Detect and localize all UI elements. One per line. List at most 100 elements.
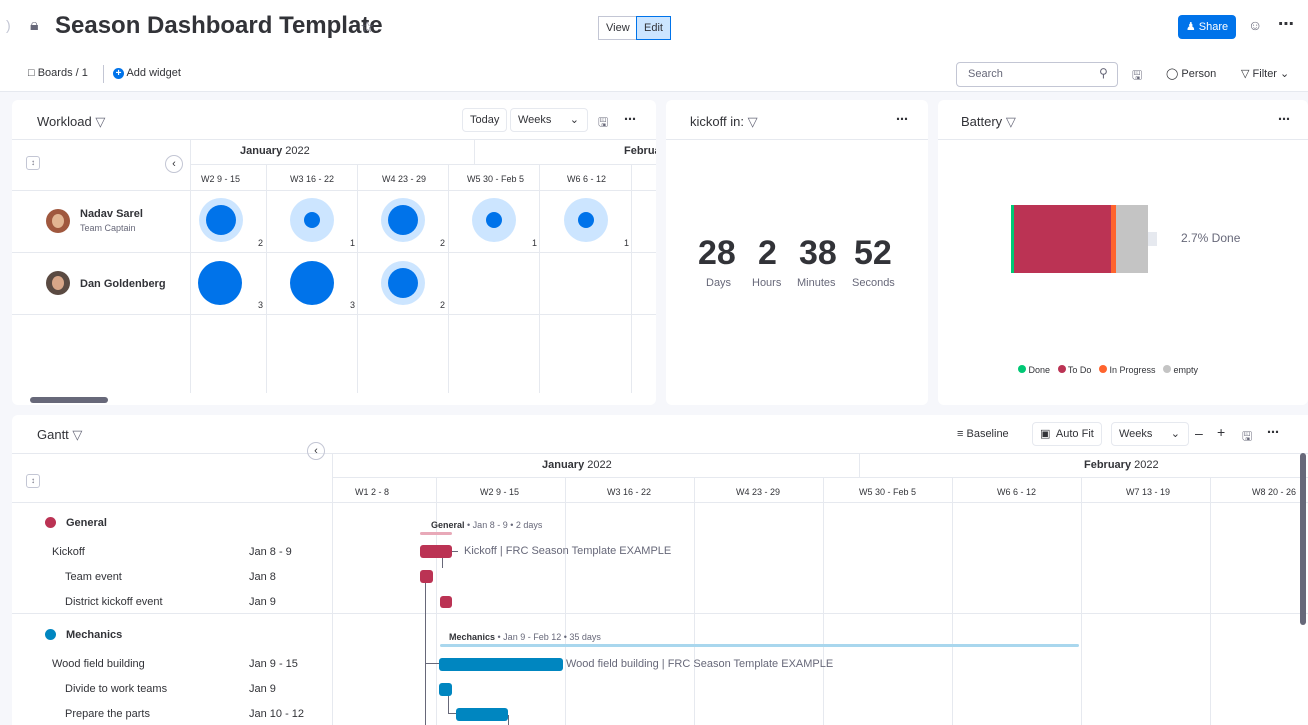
countdown-title: kickoff in: <box>690 114 744 129</box>
legend-label: In Progress <box>1109 365 1156 375</box>
item-date: Jan 9 <box>249 596 276 608</box>
view-button[interactable]: View <box>598 16 638 40</box>
item-name[interactable]: Kickoff <box>52 546 85 558</box>
boards-button[interactable]: □ Boards / 1 <box>28 67 88 79</box>
group-name[interactable]: Mechanics <box>66 629 122 641</box>
dependency-line <box>508 715 509 725</box>
workload-bubble[interactable] <box>290 261 334 305</box>
board-icon: □ <box>28 67 35 79</box>
legend-label: To Do <box>1067 365 1092 375</box>
item-count: 2 <box>258 238 264 248</box>
item-date: Jan 8 - 9 <box>249 546 292 558</box>
horizontal-scrollbar[interactable] <box>30 397 108 403</box>
save-icon[interactable]: 🖫︎ <box>1132 66 1142 87</box>
week-label: W6 6 - 12 <box>997 487 1037 497</box>
collapse-panel-button[interactable]: ‹ <box>307 442 325 460</box>
auto-fit-button[interactable]: ▣ Auto Fit <box>1032 422 1102 446</box>
weeks-label: Weeks <box>518 114 552 126</box>
share-button[interactable]: ♟ Share <box>1178 15 1236 39</box>
group-name[interactable]: General <box>66 517 107 529</box>
gantt-bar[interactable] <box>439 658 563 671</box>
battery-tip <box>1148 232 1157 246</box>
item-count: 3 <box>350 300 356 310</box>
battery-segment-todo[interactable] <box>1014 205 1111 273</box>
more-menu-icon[interactable]: ⋯ <box>624 112 636 126</box>
gantt-bar[interactable] <box>420 545 452 558</box>
dependency-arrow <box>448 713 456 714</box>
dependency-line <box>442 558 443 568</box>
week-label: W7 13 - 19 <box>1126 487 1171 497</box>
gantt-bar-label: Wood field building | FRC Season Templat… <box>566 658 834 670</box>
divider <box>938 139 1308 140</box>
export-icon[interactable]: 🖫︎ <box>1242 427 1252 448</box>
filter-icon[interactable]: ▽ <box>95 114 105 129</box>
divider <box>859 453 860 477</box>
collapse-panel-button[interactable]: ‹ <box>165 155 183 173</box>
workload-bubble[interactable] <box>381 261 425 305</box>
weeks-select[interactable]: Weeks ⌄ <box>510 108 588 132</box>
gantt-bar[interactable] <box>456 708 508 721</box>
search-input[interactable]: Search <box>956 62 1118 87</box>
workload-bubble[interactable] <box>472 198 516 242</box>
more-menu-icon[interactable]: ⋯ <box>896 112 908 126</box>
workload-bubble[interactable] <box>381 198 425 242</box>
workload-bubble[interactable] <box>199 198 243 242</box>
collapse-chevron-icon[interactable]: ) <box>6 17 11 33</box>
item-name[interactable]: Wood field building <box>52 658 145 670</box>
divider <box>448 164 449 393</box>
boards-label: Boards / 1 <box>37 67 88 79</box>
more-menu-icon[interactable]: ⋯ <box>1278 14 1294 34</box>
month-year: 2022 <box>1134 459 1159 471</box>
legend-dot-done <box>1018 365 1026 373</box>
divider <box>12 314 656 315</box>
export-icon[interactable]: 🖫︎ <box>598 113 608 134</box>
person-name: Dan Goldenberg <box>80 278 166 290</box>
item-name[interactable]: Divide to work teams <box>65 683 167 695</box>
plus-circle-icon: + <box>113 68 124 79</box>
group-timeline-bar[interactable] <box>420 532 452 535</box>
add-widget-button[interactable]: + Add widget <box>113 67 181 79</box>
widget-title: kickoff in: ▽ <box>690 114 758 130</box>
item-name[interactable]: Prepare the parts <box>65 708 150 720</box>
filter-icon[interactable]: ▽ <box>748 114 758 129</box>
weeks-label: Weeks <box>1119 428 1153 440</box>
more-menu-icon[interactable]: ⋯ <box>1278 112 1290 126</box>
group-timeline-bar[interactable] <box>440 644 1079 647</box>
filter-icon[interactable]: ▽ <box>72 427 82 442</box>
filter-button[interactable]: ▽ Filter ⌄ <box>1241 67 1289 80</box>
legend-label: Done <box>1028 365 1051 375</box>
workload-bubble[interactable] <box>564 198 608 242</box>
item-name[interactable]: Team event <box>65 571 122 583</box>
baseline-button[interactable]: ≡ Baseline <box>957 428 1009 440</box>
days-value: 28 <box>698 234 736 272</box>
filter-icon[interactable]: ▽ <box>1006 114 1016 129</box>
vertical-scrollbar[interactable] <box>1300 453 1306 625</box>
dependency-arrow <box>452 551 458 552</box>
more-menu-icon[interactable]: ⋯ <box>1267 425 1279 439</box>
seconds-label: Seconds <box>852 277 895 289</box>
battery-segment-empty[interactable] <box>1116 205 1148 273</box>
edit-button[interactable]: Edit <box>636 16 671 40</box>
collapse-groups-icon[interactable]: ↕ <box>26 474 40 488</box>
zoom-in-button[interactable]: + <box>1217 424 1225 440</box>
weeks-select[interactable]: Weeks ⌄ <box>1111 422 1189 446</box>
person-filter-button[interactable]: ◯ Person <box>1166 67 1216 80</box>
zoom-out-button[interactable]: – <box>1195 425 1203 441</box>
workload-bubble[interactable] <box>290 198 334 242</box>
gantt-bar[interactable] <box>439 683 452 696</box>
today-button[interactable]: Today <box>462 108 508 132</box>
gantt-bar[interactable] <box>420 570 433 583</box>
week-label: W5 30 - Feb 5 <box>467 174 525 184</box>
week-label: W1 2 - 8 <box>355 487 390 497</box>
item-date: Jan 9 <box>249 683 276 695</box>
expand-rows-icon[interactable]: ↕ <box>26 156 40 170</box>
gantt-bar[interactable] <box>440 596 452 608</box>
workload-bubble[interactable] <box>198 261 242 305</box>
chat-icon[interactable]: ☺ <box>1248 17 1262 33</box>
battery-bar <box>1011 205 1148 273</box>
week-label: W2 9 - 15 <box>480 487 520 497</box>
item-name[interactable]: District kickoff event <box>65 596 163 608</box>
divider <box>694 477 695 725</box>
minutes-label: Minutes <box>797 277 836 289</box>
star-icon[interactable]: ☆ <box>360 17 374 37</box>
